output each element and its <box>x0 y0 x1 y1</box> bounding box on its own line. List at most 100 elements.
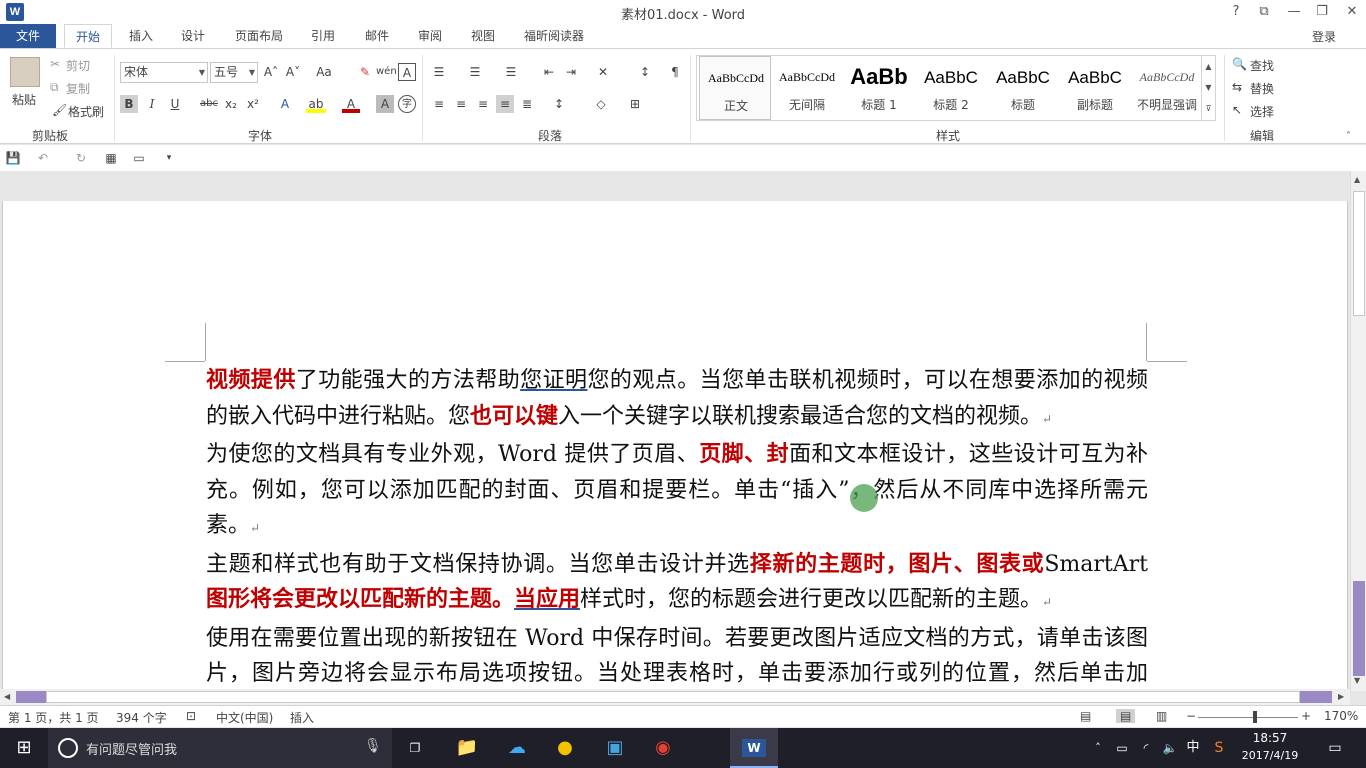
ribbon-display-options-icon[interactable]: ⧉ <box>1250 2 1278 22</box>
tab-foxit-reader[interactable]: 福昕阅读器 <box>514 24 594 48</box>
customize-qat-icon[interactable]: ▾ <box>160 149 178 167</box>
shading-icon[interactable]: ◇ <box>592 95 610 113</box>
sign-in-link[interactable]: 登录 <box>1312 28 1336 45</box>
style-subtitle[interactable]: AaBbC 副标题 <box>1059 56 1131 120</box>
app-icon[interactable]: ● <box>550 728 580 768</box>
replace-icon[interactable]: ⇆ <box>1232 80 1242 94</box>
baidu-netdisk-icon[interactable]: ☁ <box>502 728 532 768</box>
align-center-icon[interactable]: ≡ <box>452 95 470 113</box>
redo-icon[interactable]: ↻ <box>72 149 90 167</box>
clock-time[interactable]: 18:57 <box>1240 731 1300 745</box>
format-painter-icon[interactable]: 🖌 <box>52 103 67 117</box>
sogou-ime-icon[interactable]: S <box>1208 728 1230 768</box>
font-size-combo[interactable]: 五号 ▼ <box>210 62 258 83</box>
numbering-icon[interactable]: ☰ <box>466 63 484 81</box>
borders-icon[interactable]: ⊞ <box>626 95 644 113</box>
shrink-font-icon[interactable]: A˅ <box>284 63 302 81</box>
clock-date[interactable]: 2017/4/19 <box>1240 749 1300 762</box>
document-page[interactable]: 视频提供了功能强大的方法帮助您证明您的观点。当您单击联机视频时，可以在想要添加的… <box>2 201 1348 701</box>
zoom-out-button[interactable]: − <box>1186 709 1196 723</box>
battery-icon[interactable]: ▭ <box>1112 728 1132 768</box>
zoom-level[interactable]: 170% <box>1324 709 1358 723</box>
style-subtle-emphasis[interactable]: AaBbCcDd 不明显强调 <box>1131 56 1203 120</box>
bold-button[interactable]: B <box>120 95 138 113</box>
collapse-ribbon-icon[interactable]: ˄ <box>1346 131 1351 142</box>
print-layout-icon[interactable]: ▤ <box>1116 709 1136 723</box>
notifications-icon[interactable]: ▭ <box>1320 728 1350 768</box>
copy-icon[interactable]: ⧉ <box>50 80 59 95</box>
character-border-icon[interactable]: A <box>398 63 416 81</box>
enclose-characters-icon[interactable]: 字 <box>398 95 416 113</box>
volume-icon[interactable]: 🔈 <box>1160 728 1180 768</box>
multilevel-list-icon[interactable]: ☰ <box>502 63 520 81</box>
paragraph-3[interactable]: 主题和样式也有助于文档保持协调。当您单击设计并选择新的主题时，图片、图表或Sma… <box>206 547 1148 621</box>
show-marks-icon[interactable]: ¶ <box>666 63 684 81</box>
sort-icon[interactable]: ↕ <box>636 63 654 81</box>
text-effects-icon[interactable]: A <box>276 95 294 113</box>
tab-view[interactable]: 视图 <box>460 24 506 48</box>
strikethrough-button[interactable]: abc <box>198 95 220 113</box>
find-button[interactable]: 查找 <box>1250 57 1274 74</box>
style-no-spacing[interactable]: AaBbCcDd 无间隔 <box>771 56 843 120</box>
scissors-icon[interactable]: ✂ <box>50 57 60 71</box>
microphone-icon[interactable]: 🎙 <box>364 738 382 754</box>
justify-icon[interactable]: ≡ <box>496 95 514 113</box>
chinese-layout-icon[interactable]: ✕ <box>594 63 612 81</box>
tab-insert[interactable]: 插入 <box>118 24 164 48</box>
increase-indent-icon[interactable]: ⇥ <box>562 63 580 81</box>
read-mode-icon[interactable]: ▤ <box>1080 709 1091 723</box>
tab-design[interactable]: 设计 <box>170 24 216 48</box>
proofing-icon[interactable]: ⊡ <box>186 709 196 723</box>
align-left-icon[interactable]: ≡ <box>430 95 448 113</box>
ime-indicator[interactable]: 中 <box>1182 728 1204 768</box>
paste-icon[interactable] <box>10 57 40 87</box>
insert-mode-status[interactable]: 插入 <box>290 709 314 726</box>
line-spacing-icon[interactable]: ↕ <box>550 95 568 113</box>
style-heading-1[interactable]: AaBb 标题 1 <box>843 56 915 120</box>
format-painter-button[interactable]: 格式刷 <box>68 103 104 120</box>
print-preview-icon[interactable]: ▭ <box>130 149 148 167</box>
clear-formatting-icon[interactable]: ✎ <box>356 63 374 81</box>
tab-file[interactable]: 文件 <box>0 24 56 48</box>
italic-button[interactable]: I <box>143 95 161 113</box>
align-right-icon[interactable]: ≡ <box>474 95 492 113</box>
phonetic-guide-icon[interactable]: wén <box>376 63 397 81</box>
superscript-button[interactable]: x² <box>244 95 262 113</box>
vertical-scrollbar[interactable]: ▲ ▼ <box>1350 171 1366 691</box>
file-explorer-icon[interactable]: 📁 <box>452 728 482 768</box>
search-box[interactable]: 有问题尽管问我 🎙 <box>48 728 392 768</box>
undo-icon[interactable]: ↶ <box>34 149 52 167</box>
table-icon[interactable]: ▦ <box>102 149 120 167</box>
help-icon[interactable]: ? <box>1222 2 1250 22</box>
paste-button[interactable]: 粘贴 <box>12 91 36 108</box>
distributed-icon[interactable]: ≣ <box>518 95 536 113</box>
tab-review[interactable]: 审阅 <box>407 24 453 48</box>
replace-button[interactable]: 替换 <box>1250 80 1274 97</box>
decrease-indent-icon[interactable]: ⇤ <box>540 63 558 81</box>
save-icon[interactable]: 💾 <box>4 149 22 167</box>
styles-scroll[interactable]: ▲ ▼ ⊽ <box>1201 56 1215 120</box>
cut-button[interactable]: 剪切 <box>66 57 90 74</box>
change-case-icon[interactable]: Aa <box>312 63 336 81</box>
document-body[interactable]: 视频提供了功能强大的方法帮助您证明您的观点。当您单击联机视频时，可以在想要添加的… <box>206 363 1148 701</box>
maximize-button[interactable]: ❐ <box>1308 2 1336 22</box>
scroll-down-icon[interactable]: ▼ <box>1354 676 1360 685</box>
zoom-slider-thumb[interactable] <box>1253 711 1257 723</box>
minimize-button[interactable]: — <box>1280 2 1308 22</box>
font-color-icon[interactable]: A <box>342 95 360 113</box>
tab-home[interactable]: 开始 <box>64 24 112 48</box>
subscript-button[interactable]: x₂ <box>222 95 240 113</box>
tab-mailings[interactable]: 邮件 <box>354 24 400 48</box>
select-button[interactable]: 选择 <box>1250 103 1274 120</box>
scroll-thumb[interactable] <box>1353 191 1365 316</box>
character-shading-icon[interactable]: A <box>376 95 394 113</box>
paragraph-1[interactable]: 视频提供了功能强大的方法帮助您证明您的观点。当您单击联机视频时，可以在想要添加的… <box>206 363 1148 437</box>
grow-font-icon[interactable]: A˄ <box>262 63 280 81</box>
scroll-left-icon[interactable]: ◀ <box>4 692 10 701</box>
task-view-icon[interactable]: ❐ <box>400 728 430 768</box>
zoom-slider[interactable] <box>1198 717 1298 718</box>
select-icon[interactable]: ↖ <box>1232 103 1242 117</box>
hscroll-thumb[interactable] <box>46 691 1300 703</box>
bullets-icon[interactable]: ☰ <box>430 63 448 81</box>
find-icon[interactable]: 🔍 <box>1232 57 1247 71</box>
